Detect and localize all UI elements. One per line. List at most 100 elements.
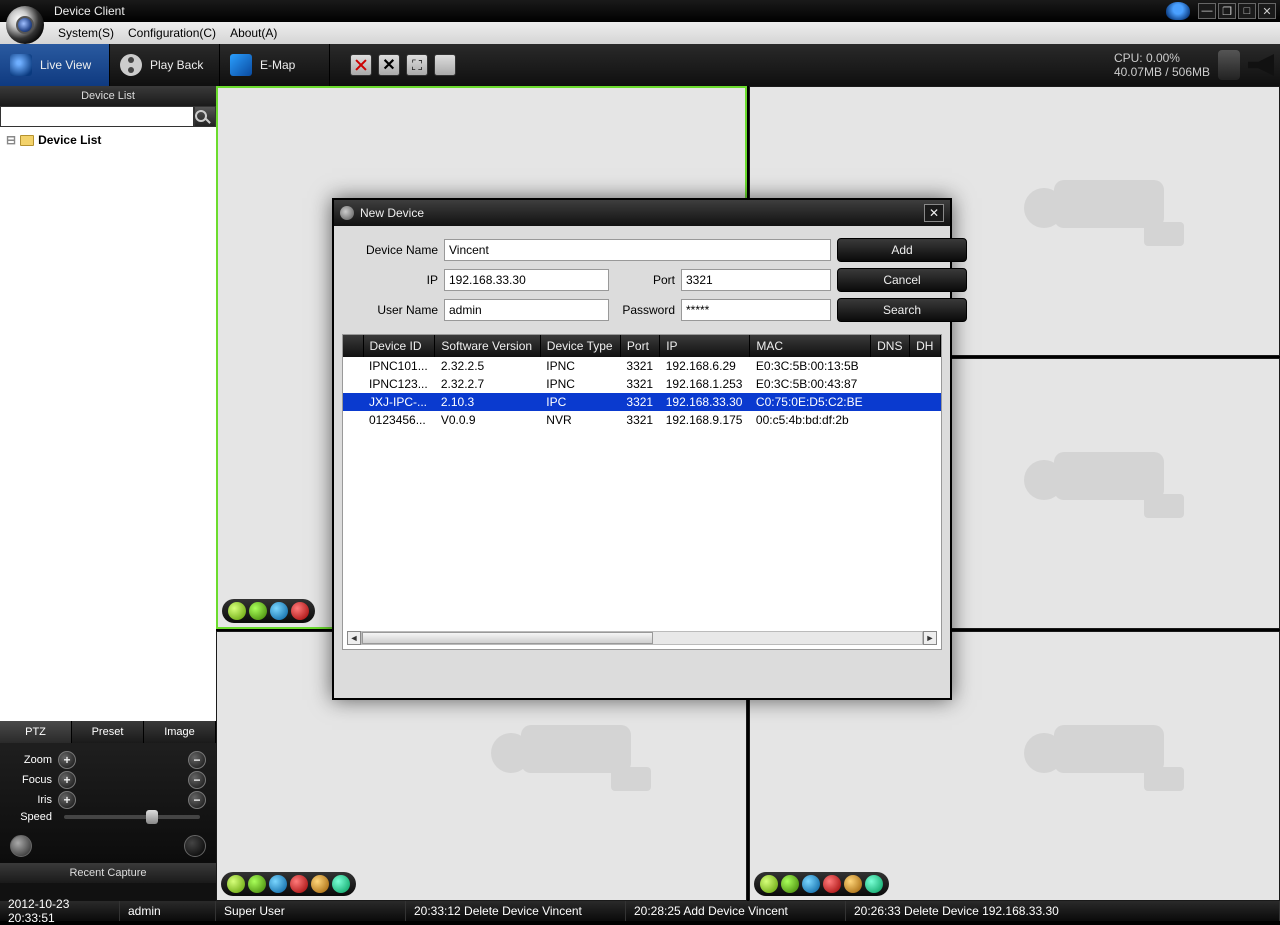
tile-talk-icon[interactable] xyxy=(311,875,329,893)
minimize-button[interactable]: — xyxy=(1198,3,1216,19)
username-input[interactable] xyxy=(444,299,609,321)
col-device-id[interactable]: Device ID xyxy=(363,335,435,357)
close-all-button[interactable] xyxy=(350,54,372,76)
cpu-usage: CPU: 0.00% xyxy=(1114,51,1210,65)
status-datetime: 2012-10-23 20:33:51 xyxy=(0,901,120,921)
tile-ptz-icon[interactable] xyxy=(760,875,778,893)
status-log-2: 20:28:25 Add Device Vincent xyxy=(626,901,846,921)
col-software[interactable]: Software Version xyxy=(435,335,540,357)
device-results-table[interactable]: Device ID Software Version Device Type P… xyxy=(343,335,941,429)
tile-record-icon[interactable] xyxy=(249,602,267,620)
memory-usage: 40.07MB / 506MB xyxy=(1114,65,1210,79)
tile-talk-icon[interactable] xyxy=(844,875,862,893)
col-dns[interactable]: DNS xyxy=(871,335,910,357)
port-label: Port xyxy=(615,273,675,287)
col-ip[interactable]: IP xyxy=(660,335,750,357)
grid-layout-button[interactable] xyxy=(434,54,456,76)
tree-root-label: Device List xyxy=(38,133,101,147)
status-log-1: 20:33:12 Delete Device Vincent xyxy=(406,901,626,921)
fullscreen-button[interactable] xyxy=(406,54,428,76)
menu-system[interactable]: System(S) xyxy=(54,24,118,42)
tab-playback[interactable]: Play Back xyxy=(110,44,220,86)
port-input[interactable] xyxy=(681,269,831,291)
tile-audio-icon[interactable] xyxy=(290,875,308,893)
ptz-stop-button[interactable] xyxy=(184,835,206,857)
device-tree[interactable]: ⊟ Device List xyxy=(0,127,216,721)
speaker-icon[interactable] xyxy=(1248,54,1274,76)
tile-audio-icon[interactable] xyxy=(823,875,841,893)
hscroll-thumb[interactable] xyxy=(362,632,653,644)
ptz-tab-ptz[interactable]: PTZ xyxy=(0,721,72,743)
ptz-speed-label: Speed xyxy=(10,811,52,823)
cancel-button[interactable]: Cancel xyxy=(837,268,967,292)
gear-icon xyxy=(340,206,354,220)
col-dh[interactable]: DH xyxy=(910,335,941,357)
device-name-input[interactable] xyxy=(444,239,831,261)
speed-slider[interactable] xyxy=(64,815,200,819)
tile-snapshot-icon[interactable] xyxy=(269,875,287,893)
maximize-button[interactable]: □ xyxy=(1238,3,1256,19)
app-title: Device Client xyxy=(54,4,125,18)
password-input[interactable] xyxy=(681,299,831,321)
search-icon[interactable] xyxy=(194,106,216,127)
iris-open-button[interactable]: + xyxy=(58,791,76,809)
camera-icon xyxy=(10,54,32,76)
add-button[interactable]: Add xyxy=(837,238,967,262)
restore-button[interactable]: ❐ xyxy=(1218,3,1236,19)
focus-out-button[interactable]: − xyxy=(188,771,206,789)
tile-snapshot-icon[interactable] xyxy=(802,875,820,893)
table-row[interactable]: 0123456...V0.0.9NVR3321192.168.9.17500:c… xyxy=(343,411,941,429)
tab-live-view[interactable]: Live View xyxy=(0,44,110,86)
menu-about[interactable]: About(A) xyxy=(226,24,281,42)
tile-audio-icon[interactable] xyxy=(291,602,309,620)
tile-ptz-icon[interactable] xyxy=(227,875,245,893)
map-icon xyxy=(230,54,252,76)
device-list-header: Device List xyxy=(0,86,216,106)
ptz-zoom-label: Zoom xyxy=(10,754,52,766)
ip-label: IP xyxy=(348,273,438,287)
ptz-tab-image[interactable]: Image xyxy=(144,721,216,743)
ptz-auto-button[interactable] xyxy=(10,835,32,857)
recent-capture-header: Recent Capture xyxy=(0,863,216,883)
focus-in-button[interactable]: + xyxy=(58,771,76,789)
tile-zoom-icon[interactable] xyxy=(865,875,883,893)
film-reel-icon xyxy=(120,54,142,76)
tile-ptz-icon[interactable] xyxy=(228,602,246,620)
device-search-input[interactable] xyxy=(0,106,194,127)
col-mac[interactable]: MAC xyxy=(750,335,871,357)
ptz-focus-label: Focus xyxy=(10,774,52,786)
col-port[interactable]: Port xyxy=(620,335,659,357)
zoom-in-button[interactable]: + xyxy=(58,751,76,769)
tile-zoom-icon[interactable] xyxy=(332,875,350,893)
menu-configuration[interactable]: Configuration(C) xyxy=(124,24,220,42)
hscroll-left[interactable]: ◄ xyxy=(347,631,361,645)
tile-record-icon[interactable] xyxy=(248,875,266,893)
iris-close-button[interactable]: − xyxy=(188,791,206,809)
disk-indicator-icon xyxy=(1218,50,1240,80)
tab-emap[interactable]: E-Map xyxy=(220,44,330,86)
table-row[interactable]: IPNC101...2.32.2.5IPNC3321192.168.6.29E0… xyxy=(343,357,941,375)
new-device-dialog: New Device ✕ Device Name Add IP Port Can… xyxy=(332,198,952,700)
dialog-close-button[interactable]: ✕ xyxy=(924,204,944,222)
col-type[interactable]: Device Type xyxy=(540,335,620,357)
hscroll-track[interactable] xyxy=(361,631,923,645)
fit-view-button[interactable] xyxy=(378,54,400,76)
password-label: Password xyxy=(615,303,675,317)
table-row[interactable]: IPNC123...2.32.2.7IPNC3321192.168.1.253E… xyxy=(343,375,941,393)
user-indicator-icon xyxy=(1166,2,1190,20)
tab-emap-label: E-Map xyxy=(260,58,295,72)
ptz-tab-preset[interactable]: Preset xyxy=(72,721,144,743)
table-row[interactable]: JXJ-IPC-...2.10.3IPC3321192.168.33.30C0:… xyxy=(343,393,941,411)
status-log-3: 20:26:33 Delete Device 192.168.33.30 xyxy=(846,901,1280,921)
app-logo xyxy=(6,6,44,44)
ptz-iris-label: Iris xyxy=(10,794,52,806)
tile-record-icon[interactable] xyxy=(781,875,799,893)
tree-root-item[interactable]: ⊟ Device List xyxy=(6,133,210,147)
close-button[interactable]: ✕ xyxy=(1258,3,1276,19)
hscroll-right[interactable]: ► xyxy=(923,631,937,645)
search-button[interactable]: Search xyxy=(837,298,967,322)
zoom-out-button[interactable]: − xyxy=(188,751,206,769)
tile-snapshot-icon[interactable] xyxy=(270,602,288,620)
ip-input[interactable] xyxy=(444,269,609,291)
folder-icon xyxy=(20,135,34,146)
